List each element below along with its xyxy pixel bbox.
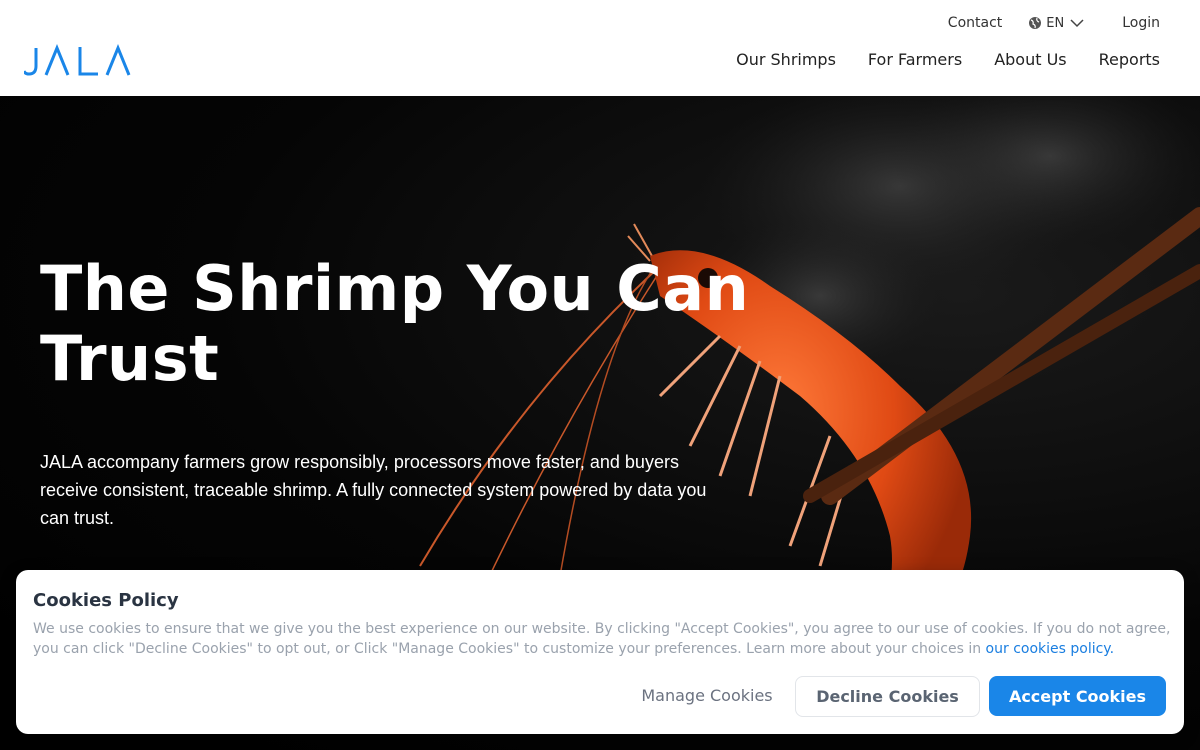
cookies-policy-link[interactable]: our cookies policy. xyxy=(986,641,1115,657)
nav-for-farmers[interactable]: For Farmers xyxy=(868,50,962,69)
main-nav: Our Shrimps For Farmers About Us Reports xyxy=(704,50,1160,69)
login-link[interactable]: Login xyxy=(1122,15,1160,31)
nav-reports[interactable]: Reports xyxy=(1099,50,1160,69)
nav-our-shrimps[interactable]: Our Shrimps xyxy=(736,50,836,69)
globe-icon xyxy=(1029,17,1042,29)
hero-title: The Shrimp You Can Trust xyxy=(40,252,750,395)
jala-logo[interactable] xyxy=(24,44,132,78)
chevron-down-icon xyxy=(1070,19,1084,28)
language-label: EN xyxy=(1046,15,1065,31)
cookie-title: Cookies Policy xyxy=(33,590,179,611)
hero-description: JALA accompany farmers grow responsibly,… xyxy=(40,452,707,528)
decline-cookies-button[interactable]: Decline Cookies xyxy=(795,676,980,717)
cookie-banner: Cookies Policy We use cookies to ensure … xyxy=(16,570,1184,734)
accept-cookies-button[interactable]: Accept Cookies xyxy=(989,676,1166,716)
manage-cookies-button[interactable]: Manage Cookies xyxy=(632,676,782,716)
nav-about-us[interactable]: About Us xyxy=(994,50,1066,69)
cookie-text: We use cookies to ensure that we give yo… xyxy=(33,619,1173,659)
contact-link[interactable]: Contact xyxy=(948,15,1002,31)
top-utility-bar: Contact EN Login xyxy=(948,12,1160,34)
site-header: Contact EN Login Our Shrimps For Farmers… xyxy=(0,0,1200,96)
language-selector[interactable]: EN xyxy=(1028,16,1088,31)
